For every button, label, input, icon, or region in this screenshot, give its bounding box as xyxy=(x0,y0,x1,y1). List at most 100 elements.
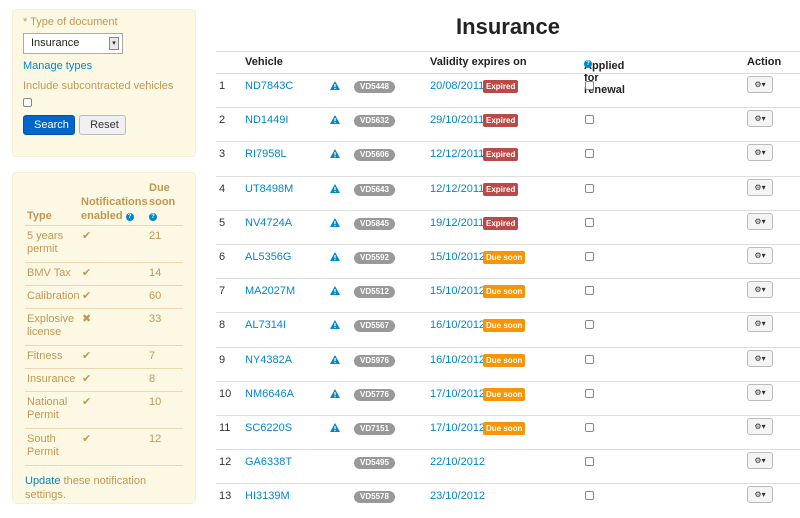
vehicle-id-badge: VD5845 xyxy=(354,217,395,230)
renewal-checkbox[interactable] xyxy=(585,115,594,125)
action-dropdown-button[interactable]: ⚙▾ xyxy=(747,246,773,264)
validity-date-link[interactable]: 23/10/2012 xyxy=(430,490,485,502)
notification-due-count: 21 xyxy=(149,230,162,242)
renewal-checkbox[interactable] xyxy=(585,422,594,432)
notification-due-count: 8 xyxy=(149,373,156,385)
renewal-checkbox-cell xyxy=(585,354,594,367)
vehicle-id-badge: VD5643 xyxy=(354,183,395,196)
notification-row: Calibration ✔ 60 xyxy=(25,286,183,309)
warning-icon[interactable] xyxy=(330,286,340,298)
warning-icon[interactable] xyxy=(330,115,340,127)
warning-icon[interactable] xyxy=(330,149,340,161)
vehicle-link[interactable]: ND7843C xyxy=(245,80,293,92)
vehicle-id-badge: VD5976 xyxy=(354,354,395,367)
renewal-checkbox[interactable] xyxy=(585,81,594,90)
manage-types-link[interactable]: Manage types xyxy=(23,60,185,72)
vehicle-link[interactable]: AL5356G xyxy=(245,251,291,263)
vehicle-link[interactable]: MA2027M xyxy=(245,285,295,297)
vehicle-id-badge: VD5448 xyxy=(354,81,395,93)
warning-icon[interactable] xyxy=(330,388,340,401)
vehicle-link[interactable]: AL7314I xyxy=(245,319,286,331)
warning-icon[interactable] xyxy=(330,183,340,196)
validity-date-link[interactable]: 29/10/2011 xyxy=(430,114,484,126)
include-subcontracted-label: Include subcontracted vehicles xyxy=(23,80,174,92)
warning-icon[interactable] xyxy=(330,354,340,367)
validity-date-link[interactable]: 16/10/2012 xyxy=(430,319,485,331)
renewal-checkbox[interactable] xyxy=(585,183,594,193)
warning-icon[interactable] xyxy=(330,217,340,230)
action-dropdown-button[interactable]: ⚙▾ xyxy=(747,144,773,162)
notification-due-count: 7 xyxy=(149,350,156,362)
validity-date-link[interactable]: 19/12/2011 xyxy=(430,217,484,229)
cross-icon: ✖ xyxy=(82,313,92,325)
renewal-checkbox-cell xyxy=(585,457,594,469)
update-settings-link[interactable]: Update xyxy=(25,475,60,487)
search-button[interactable]: Search xyxy=(23,115,75,135)
action-dropdown-button[interactable]: ⚙▾ xyxy=(747,417,773,435)
vehicle-link[interactable]: ND1449I xyxy=(245,114,288,126)
header-due-line1: Due xyxy=(149,182,170,194)
validity-date-link[interactable]: 12/12/2011 xyxy=(430,148,484,160)
notification-footer: Update these notification settings. xyxy=(25,474,183,502)
check-icon: ✔ xyxy=(82,373,92,385)
validity-date-link[interactable]: 20/08/2011 xyxy=(430,80,484,92)
validity-date-link[interactable]: 17/10/2012 xyxy=(430,388,485,400)
header-action: Action xyxy=(747,56,782,68)
validity-date-link[interactable]: 12/12/2011 xyxy=(430,183,484,195)
row-number: 2 xyxy=(219,114,226,127)
include-subcontracted-checkbox[interactable] xyxy=(23,98,32,107)
validity-date-link[interactable]: 15/10/2012 xyxy=(430,285,485,297)
renewal-checkbox[interactable] xyxy=(585,149,594,159)
status-badge: Expired xyxy=(483,148,519,162)
action-dropdown-button[interactable]: ⚙▾ xyxy=(747,349,773,367)
renewal-checkbox[interactable] xyxy=(585,217,594,227)
vehicle-link[interactable]: UT8498M xyxy=(245,183,293,195)
action-dropdown-button[interactable]: ⚙▾ xyxy=(747,383,773,401)
renewal-checkbox[interactable] xyxy=(585,457,594,467)
table-body: 1 ND7843C VD5448 20/08/2011 Expired ⚙▾ 2 ND1449… xyxy=(216,73,800,517)
renewal-checkbox[interactable] xyxy=(585,491,594,501)
row-number: 6 xyxy=(219,250,226,263)
vehicle-id-badge: VD5776 xyxy=(354,388,395,401)
action-dropdown-button[interactable]: ⚙▾ xyxy=(747,212,773,230)
renewal-checkbox[interactable] xyxy=(585,388,594,398)
info-icon[interactable]: ? xyxy=(149,213,157,221)
action-dropdown-button[interactable]: ⚙▾ xyxy=(747,76,773,93)
warning-icon[interactable] xyxy=(330,81,340,93)
action-dropdown-button[interactable]: ⚙▾ xyxy=(747,281,773,299)
validity-date-link[interactable]: 16/10/2012 xyxy=(430,354,485,366)
action-dropdown-button[interactable]: ⚙▾ xyxy=(747,452,773,470)
vehicle-link[interactable]: NV4724A xyxy=(245,217,292,229)
validity-date-link[interactable]: 17/10/2012 xyxy=(430,422,485,434)
warning-icon[interactable] xyxy=(330,251,340,264)
table-row: 8 AL7314I VD5567 16/10/2012 Due soon ⚙▾ xyxy=(216,312,800,346)
vehicle-link[interactable]: RI7958L xyxy=(245,148,287,160)
vehicle-link[interactable]: HI3139M xyxy=(245,490,290,502)
document-type-select[interactable]: Insurance ▾ xyxy=(23,33,123,54)
validity-date-link[interactable]: 15/10/2012 xyxy=(430,251,485,263)
notification-row: South Permit ✔ 12 xyxy=(25,429,183,466)
action-dropdown-button[interactable]: ⚙▾ xyxy=(747,315,773,333)
info-icon[interactable]: ? xyxy=(125,213,134,221)
vehicle-link[interactable]: NM6646A xyxy=(245,388,294,400)
vehicle-link[interactable]: NY4382A xyxy=(245,354,292,366)
row-number: 8 xyxy=(219,319,226,332)
vehicle-link[interactable]: SC6220S xyxy=(245,422,292,434)
renewal-checkbox[interactable] xyxy=(585,251,594,261)
renewal-checkbox[interactable] xyxy=(585,286,594,296)
warning-icon[interactable] xyxy=(330,320,340,332)
action-dropdown-button[interactable]: ⚙▾ xyxy=(747,110,773,128)
vehicle-link[interactable]: GA6338T xyxy=(245,456,292,468)
status-badge: Due soon xyxy=(483,250,526,264)
action-dropdown-button[interactable]: ⚙▾ xyxy=(747,486,773,504)
notification-rows: 5 years permit ✔ 21 BMV Tax ✔ 14 Calibration ✔ 6… xyxy=(25,226,183,466)
warning-icon[interactable] xyxy=(330,422,340,435)
action-dropdown-button[interactable]: ⚙▾ xyxy=(747,178,773,196)
reset-button[interactable]: Reset xyxy=(79,115,127,135)
renewal-checkbox[interactable] xyxy=(585,354,594,364)
validity-date-link[interactable]: 22/10/2012 xyxy=(430,456,485,468)
renewal-checkbox[interactable] xyxy=(585,320,594,330)
info-icon[interactable]: ? xyxy=(584,60,592,68)
table-row: 1 ND7843C VD5448 20/08/2011 Expired ⚙▾ xyxy=(216,73,800,107)
table-row: 11 SC6220S VD7151 17/10/2012 Due soon ⚙▾ xyxy=(216,414,800,449)
